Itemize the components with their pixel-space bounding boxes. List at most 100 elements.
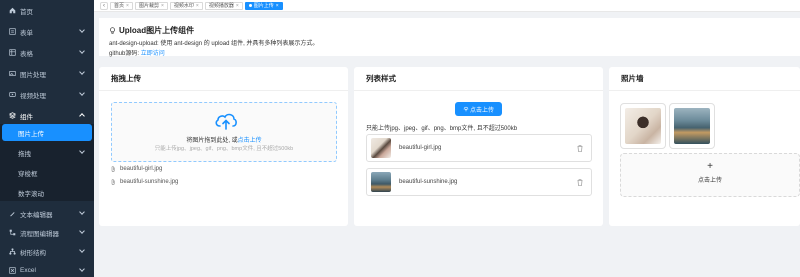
sidebar: 首页 表单 表格 图片处理 视频处理 组件 图片上传 拖拽 穿梭框 数字滚动 文…: [0, 0, 94, 277]
close-icon[interactable]: ×: [276, 3, 279, 9]
excel-icon: [9, 267, 16, 274]
intro-card: Upload图片上传组件 ant-design-upload: 使用 ant-d…: [99, 18, 800, 57]
active-dot-icon: [248, 4, 252, 7]
tab-home[interactable]: 首页 ×: [110, 1, 133, 10]
sidebar-item-image[interactable]: 图片处理: [0, 65, 94, 82]
tab-label: 首页: [114, 3, 125, 9]
sidebar-item-label: 流程图编辑器: [20, 230, 59, 238]
sidebar-item-label: 文本编辑器: [20, 211, 53, 219]
chevron-down-icon: [79, 228, 85, 234]
dragger-hint: 只能上传jpg、jpeg、gif、png、bmp文件, 且不超过500kb: [154, 146, 294, 152]
chevron-down-icon: [79, 148, 85, 154]
tab-video-watermark[interactable]: 视频水印 ×: [169, 1, 203, 10]
close-icon[interactable]: ×: [196, 3, 199, 9]
page-title: Upload图片上传组件: [119, 26, 195, 35]
photo-wall-item[interactable]: [620, 103, 666, 149]
tab-image-crop[interactable]: 图片裁剪 ×: [134, 1, 168, 10]
sidebar-item-video[interactable]: 视频处理: [0, 86, 94, 103]
tab-label: 图片上传: [253, 3, 274, 9]
uploaded-file-row[interactable]: beautiful-sunshine.jpg: [111, 179, 178, 185]
photo-thumbnail: [674, 108, 710, 144]
card-title: 列表样式: [354, 67, 603, 91]
tree-icon: [9, 248, 16, 255]
chevron-down-icon: [79, 27, 85, 33]
upload-button-label: 点击上传: [469, 107, 494, 114]
sidebar-item-excel[interactable]: Excel: [0, 262, 94, 277]
editor-icon: [10, 212, 15, 217]
sidebar-item-text-editor[interactable]: 文本编辑器: [0, 205, 94, 222]
chevron-down-icon: [79, 48, 85, 54]
sidebar-item-label: 组件: [20, 113, 33, 121]
delete-icon[interactable]: [577, 145, 583, 152]
close-icon[interactable]: ×: [161, 3, 164, 9]
upload-button[interactable]: 点击上传: [455, 102, 502, 116]
component-submenu: 图片上传 拖拽 穿梭框 数字滚动: [0, 124, 94, 201]
sidebar-item-form[interactable]: 表单: [0, 23, 94, 40]
back-button[interactable]: ‹: [100, 1, 108, 10]
tab-label: 视频水印: [173, 3, 194, 9]
plus-icon: +: [707, 161, 713, 172]
chevron-down-icon: [79, 247, 85, 253]
delete-icon[interactable]: [577, 179, 583, 186]
chevron-up-icon: [79, 113, 85, 119]
page-title-row: Upload图片上传组件: [109, 25, 790, 36]
sidebar-item-component[interactable]: 组件: [0, 107, 94, 124]
close-icon[interactable]: ×: [236, 3, 239, 9]
upload-list-item[interactable]: beautiful-girl.jpg: [366, 134, 592, 162]
sidebar-item-label: 图片上传: [18, 130, 44, 138]
image-icon: [9, 71, 16, 76]
flow-icon: [9, 229, 16, 236]
sidebar-subitem-drag[interactable]: 拖拽: [0, 144, 94, 161]
list-style-card: 列表样式 点击上传 只能上传jpg、jpeg、gif、png、bmp文件, 且不…: [354, 67, 603, 226]
tags-view-bar: ‹ 首页 × 图片裁剪 × 视频水印 × 视频播放器 × 图片上传 ×: [94, 0, 800, 12]
page-description: ant-design-upload: 使用 ant-design 的 uploa…: [109, 41, 319, 47]
paperclip-icon: [111, 179, 115, 185]
sidebar-item-tree[interactable]: 树形结构: [0, 243, 94, 260]
photo-wall-item[interactable]: [669, 103, 715, 149]
sidebar-item-label: 图片处理: [20, 71, 46, 79]
file-name[interactable]: beautiful-girl.jpg: [399, 145, 441, 151]
file-name: beautiful-girl.jpg: [120, 166, 163, 172]
sidebar-subitem-transfer[interactable]: 穿梭框: [0, 164, 94, 181]
card-title: 照片墙: [609, 67, 800, 91]
github-line: github源码: 立即访问: [109, 48, 790, 57]
sidebar-item-table[interactable]: 表格: [0, 44, 94, 61]
sidebar-item-label: Excel: [20, 267, 36, 274]
tab-label: 视频播放器: [208, 3, 234, 9]
table-icon: [9, 49, 16, 56]
upload-list-item[interactable]: beautiful-sunshine.jpg: [366, 168, 592, 196]
upload-icon: [463, 106, 469, 112]
upload-dragger[interactable]: 将图片拖到此处, 或点击上传 只能上传jpg、jpeg、gif、png、bmp文…: [111, 102, 337, 162]
chevron-down-icon: [79, 69, 85, 75]
github-link[interactable]: 立即访问: [141, 51, 165, 57]
tab-label: 图片裁剪: [138, 3, 159, 9]
github-label: github源码:: [109, 51, 140, 57]
paperclip-icon: [111, 166, 115, 172]
sidebar-item-home[interactable]: 首页: [0, 2, 94, 19]
close-icon[interactable]: ×: [126, 3, 129, 9]
photo-wall-add-button[interactable]: + 点击上传: [620, 153, 800, 197]
uploaded-file-row[interactable]: beautiful-girl.jpg: [111, 166, 162, 172]
sidebar-item-label: 首页: [20, 8, 33, 16]
sidebar-item-label: 表单: [20, 29, 33, 37]
file-thumbnail: [371, 172, 391, 192]
bulb-icon: [110, 27, 115, 34]
sidebar-subitem-image-upload[interactable]: 图片上传: [2, 124, 92, 141]
add-label: 点击上传: [697, 178, 722, 184]
sidebar-item-flow-editor[interactable]: 流程图编辑器: [0, 224, 94, 241]
upload-tip: 只能上传jpg、jpeg、gif、png、bmp文件, 且不超过500kb: [366, 126, 518, 132]
chevron-down-icon: [79, 209, 85, 215]
chevron-left-icon: ‹: [103, 2, 105, 9]
tab-video-player[interactable]: 视频播放器 ×: [204, 1, 243, 10]
photo-wall-card: 照片墙 + 点击上传: [609, 67, 800, 226]
file-name[interactable]: beautiful-sunshine.jpg: [399, 179, 457, 185]
sidebar-item-label: 表格: [20, 50, 33, 58]
photo-thumbnail: [625, 108, 661, 144]
sidebar-subitem-count-to[interactable]: 数字滚动: [0, 184, 94, 201]
tab-image-upload[interactable]: 图片上传 ×: [244, 1, 283, 10]
sidebar-item-label: 穿梭框: [18, 170, 38, 178]
form-icon: [9, 28, 16, 35]
home-icon: [9, 7, 16, 14]
file-name: beautiful-sunshine.jpg: [120, 179, 179, 185]
sidebar-item-label: 视频处理: [20, 92, 46, 100]
